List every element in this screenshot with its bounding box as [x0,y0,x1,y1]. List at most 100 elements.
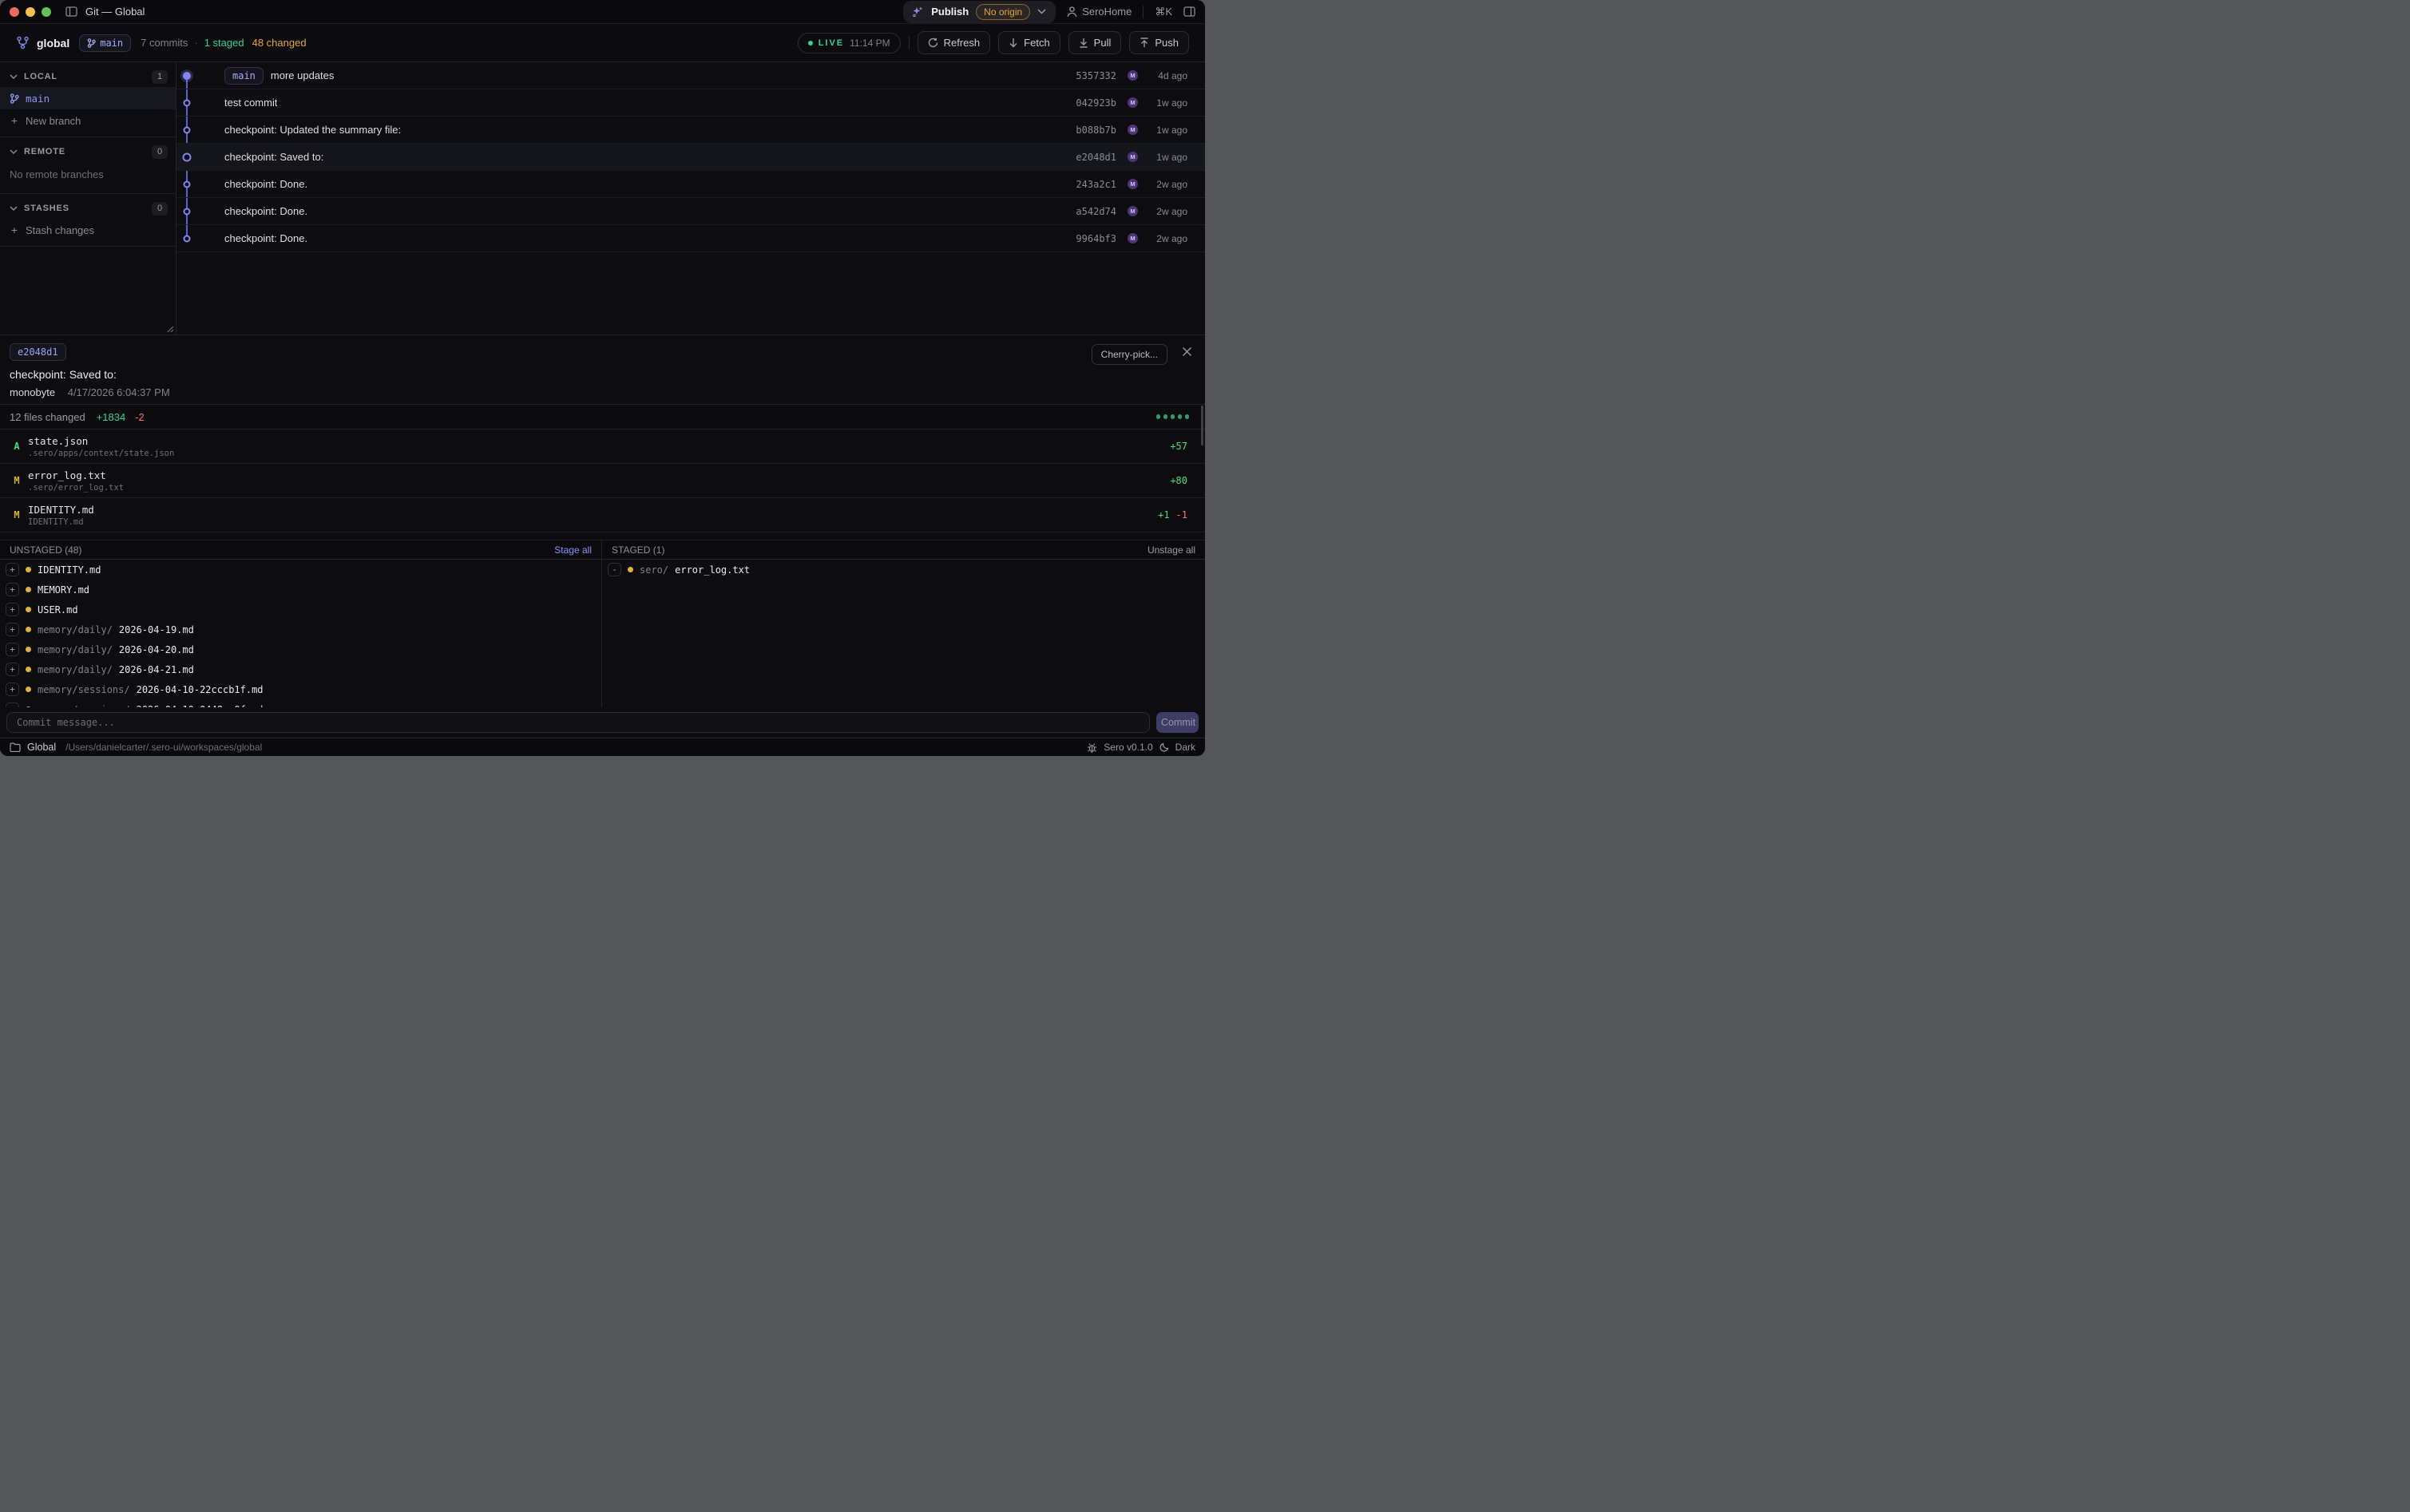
file-path: .sero/error_log.txt [28,483,124,493]
commit-node-icon [183,72,191,80]
unstaged-list: + IDENTITY.md + MEMORY.md + USER.md [0,560,601,707]
commit-row[interactable]: checkpoint: Done. 243a2c1 M 2w ago [176,171,1205,198]
bug-icon[interactable] [1087,742,1097,753]
commit-time: 1w ago [1149,125,1187,136]
remote-section-header[interactable]: REMOTE 0 [0,141,176,162]
commit-row[interactable]: checkpoint: Done. 9964bf3 M 2w ago [176,225,1205,252]
unstaged-row[interactable]: + memory/daily/ 2026-04-21.md [0,659,601,679]
unstaged-row[interactable]: + IDENTITY.md [0,560,601,580]
stage-file-button[interactable]: + [6,563,19,576]
publish-label: Publish [931,6,969,18]
unstaged-row[interactable]: + memory/daily/ 2026-04-19.md [0,619,601,639]
unstaged-row[interactable]: + memory/sessions/ 2026-04-10-22cccb1f.m… [0,679,601,699]
local-section-header[interactable]: LOCAL 1 [0,66,176,87]
sidebar-toggle-icon[interactable] [65,6,77,17]
minimize-window-button[interactable] [26,7,35,17]
window-title: Git — Global [85,6,145,18]
commit-button[interactable]: Commit [1156,712,1199,733]
branches-sidebar: LOCAL 1 main + New branch REMOTE [0,62,176,334]
current-branch-badge[interactable]: main [79,34,131,52]
separator-dot: · [194,37,197,49]
pull-button[interactable]: Pull [1068,31,1122,54]
stage-file-button[interactable]: + [6,623,19,636]
file-additions: +80 [1170,475,1187,486]
refresh-button[interactable]: Refresh [918,31,991,54]
git-network-icon [16,36,30,49]
commit-message-input[interactable] [6,712,1150,733]
command-palette-shortcut[interactable]: ⌘K [1155,6,1172,18]
modified-dot-icon [26,687,31,692]
repo-toolbar: global main 7 commits · 1 staged 48 chan… [0,24,1205,62]
publish-button[interactable]: Publish No origin [903,1,1056,23]
stashes-section-header[interactable]: STASHES 0 [0,198,176,219]
commit-node-icon [184,99,191,106]
live-time: 11:14 PM [850,38,890,49]
commit-hash: 042923b [1076,97,1116,109]
files-scrollbar-thumb[interactable] [1201,406,1203,445]
stage-file-button[interactable]: + [6,603,19,616]
stage-file-button[interactable]: + [6,683,19,696]
close-window-button[interactable] [10,7,19,17]
commit-message: test commit [224,97,277,109]
modified-dot-icon [26,667,31,672]
zoom-window-button[interactable] [42,7,51,17]
commit-message: checkpoint: Done. [224,178,307,190]
arrow-down-icon [1009,38,1018,48]
chevron-down-icon [10,74,18,80]
cherry-pick-button[interactable]: Cherry-pick... [1092,344,1167,365]
stage-file-button[interactable]: + [6,643,19,656]
commit-detail-header: e2048d1 checkpoint: Saved to: monobyte 4… [0,335,1205,404]
unstaged-row[interactable]: + memory/daily/ 2026-04-20.md [0,639,601,659]
author-avatar: M [1128,179,1138,189]
right-panel-toggle-icon[interactable] [1183,6,1195,17]
fetch-button[interactable]: Fetch [998,31,1060,54]
unstaged-row[interactable]: + MEMORY.md [0,580,601,600]
unstage-file-button[interactable]: - [608,563,621,576]
file-row[interactable]: A state.json .sero/apps/context/state.js… [0,429,1205,464]
remote-count-badge: 0 [152,145,168,159]
chevron-down-icon [10,206,18,212]
titlebar-divider [1143,6,1144,18]
staged-row[interactable]: - sero/ error_log.txt [602,560,1205,580]
commit-row[interactable]: test commit 042923b M 1w ago [176,89,1205,117]
stage-all-button[interactable]: Stage all [554,544,592,556]
close-icon[interactable] [1182,346,1192,357]
unstaged-row[interactable]: + USER.md [0,600,601,619]
commit-row[interactable]: main more updates 5357332 M 4d ago [176,62,1205,89]
unstaged-row[interactable]: + memory/sessions/ 2026-04-10-0448ac0f.m… [0,699,601,707]
stage-file-button[interactable]: + [6,663,19,676]
staged-list: - sero/ error_log.txt [602,560,1205,707]
commit-time: 4d ago [1149,70,1187,81]
new-branch-button[interactable]: + New branch [0,109,176,132]
stage-file-button[interactable]: + [6,583,19,596]
file-row[interactable]: M IDENTITY.md IDENTITY.md +1 -1 [0,498,1205,532]
no-remote-note: No remote branches [0,162,176,188]
commit-row[interactable]: checkpoint: Done. a542d74 M 2w ago [176,198,1205,225]
file-row[interactable]: M error_log.txt .sero/error_log.txt +80 [0,464,1205,498]
commit-node-icon [184,208,191,215]
branch-main-label: main [26,93,50,105]
sidebar-resize-grip[interactable] [164,323,174,333]
unstage-all-button[interactable]: Unstage all [1148,544,1195,556]
file-status-letter: A [11,441,22,452]
commit-row[interactable]: checkpoint: Updated the summary file: b0… [176,117,1205,144]
commit-node-icon [184,235,191,242]
commit-hash: b088b7b [1076,125,1116,136]
commit-hash: a542d74 [1076,206,1116,217]
file-name: 2026-04-21.md [119,664,194,675]
commit-meta: a542d74 M 2w ago [1076,206,1205,217]
commit-row[interactable]: checkpoint: Saved to: e2048d1 M 1w ago [176,144,1205,171]
theme-toggle[interactable]: Dark [1175,742,1195,753]
additions-count: +1834 [97,411,126,423]
status-bar: Global /Users/danielcarter/.sero-ui/work… [0,738,1205,756]
push-button[interactable]: Push [1129,31,1189,54]
account-button[interactable]: SeroHome [1067,6,1132,18]
changed-count: 48 changed [252,37,307,49]
author-avatar: M [1128,125,1138,135]
staged-panel: STAGED (1) Unstage all - sero/ error_log… [602,540,1205,707]
no-origin-badge: No origin [976,4,1030,20]
sidebar-item-branch-main[interactable]: main [0,87,176,109]
local-section: LOCAL 1 main + New branch [0,62,176,137]
stash-changes-button[interactable]: + Stash changes [0,219,176,241]
plus-icon: + [10,114,19,127]
